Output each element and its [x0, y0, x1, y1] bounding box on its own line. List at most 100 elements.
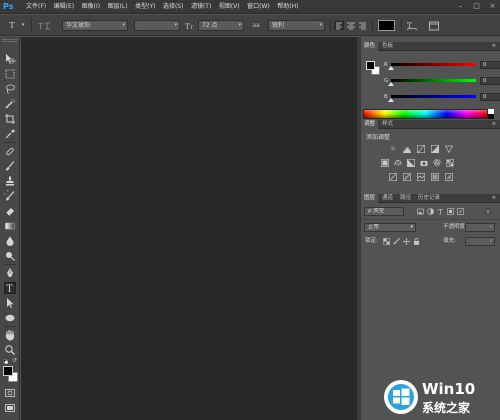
swap-colors-icon[interactable]: ↺: [12, 358, 18, 364]
filter-toggle[interactable]: [485, 208, 491, 215]
text-orientation-icon[interactable]: T: [36, 20, 52, 31]
filter-smart-object-icon[interactable]: [457, 208, 464, 215]
text-color-swatch[interactable]: [378, 20, 395, 31]
color-balance-icon[interactable]: [394, 159, 402, 167]
chevron-down-icon[interactable]: ▾: [20, 20, 26, 31]
default-colors-icon[interactable]: [3, 359, 8, 364]
channel-mixer-icon[interactable]: [433, 159, 441, 167]
move-tool-icon[interactable]: [4, 53, 16, 65]
panel-menu-icon[interactable]: ≡: [492, 195, 496, 201]
anti-alias-select[interactable]: 锐利 ▾: [268, 20, 325, 31]
font-style-select[interactable]: - ▾: [134, 20, 180, 31]
warp-text-icon[interactable]: T: [406, 20, 418, 31]
gradient-tool-icon[interactable]: [4, 220, 16, 232]
panel-menu-icon[interactable]: ≡: [492, 121, 496, 127]
blue-slider-thumb[interactable]: [388, 98, 394, 102]
type-tool-preset-icon[interactable]: T: [4, 20, 20, 31]
photo-filter-icon[interactable]: [420, 159, 428, 167]
color-lookup-icon[interactable]: [446, 159, 454, 167]
filter-pixel-icon[interactable]: [417, 208, 424, 215]
tab-channels[interactable]: 通道: [379, 194, 396, 203]
hand-tool-icon[interactable]: [4, 329, 16, 341]
lock-all-icon[interactable]: [413, 238, 420, 245]
tab-adjustments[interactable]: 调整: [361, 120, 379, 129]
tab-history[interactable]: 历史记录: [415, 194, 443, 203]
blue-value-input[interactable]: 0: [480, 93, 500, 101]
eyedropper-tool-icon[interactable]: [4, 128, 16, 140]
document-canvas-area[interactable]: [21, 37, 356, 420]
character-panel-icon[interactable]: [428, 20, 440, 31]
fill-input[interactable]: ›: [465, 237, 495, 246]
filter-adjustment-icon[interactable]: [427, 208, 434, 215]
green-slider-track[interactable]: [391, 79, 476, 82]
maximize-button[interactable]: □: [473, 2, 480, 11]
menu-edit[interactable]: 编辑(E): [54, 0, 74, 14]
align-center-icon[interactable]: [346, 20, 356, 31]
menu-select[interactable]: 选择(S): [163, 0, 184, 14]
selective-color-icon[interactable]: [445, 173, 453, 181]
foreground-color-swatch[interactable]: [366, 61, 375, 70]
hue-saturation-icon[interactable]: [381, 159, 389, 167]
minimize-button[interactable]: –: [457, 2, 464, 11]
filter-type-icon[interactable]: T: [437, 208, 444, 216]
pen-tool-icon[interactable]: [4, 267, 16, 279]
screen-mode-icon[interactable]: [4, 402, 16, 414]
filter-shape-icon[interactable]: [447, 208, 454, 215]
tab-swatches[interactable]: 色板: [379, 42, 396, 51]
opacity-input[interactable]: ›: [465, 223, 495, 232]
menu-view[interactable]: 视图(V): [219, 0, 240, 14]
font-family-select[interactable]: 华文琥珀 ▾: [62, 20, 128, 31]
foreground-color-swatch[interactable]: [3, 366, 13, 376]
gradient-map-icon[interactable]: [431, 173, 439, 181]
font-size-select[interactable]: 72 点 ▾: [198, 20, 244, 31]
blue-slider-track[interactable]: [391, 95, 476, 98]
zoom-tool-icon[interactable]: [4, 344, 16, 356]
menu-layer[interactable]: 图层(L): [108, 0, 128, 14]
menu-type[interactable]: 类型(Y): [135, 0, 155, 14]
horizontal-type-tool-icon[interactable]: T: [4, 282, 16, 294]
lasso-tool-icon[interactable]: [4, 83, 16, 95]
red-slider-thumb[interactable]: [388, 66, 394, 70]
tab-layers[interactable]: 图层: [361, 194, 379, 203]
curves-icon[interactable]: [417, 145, 425, 153]
levels-icon[interactable]: [403, 145, 411, 153]
healing-brush-tool-icon[interactable]: [4, 145, 16, 157]
align-left-icon[interactable]: [334, 20, 344, 31]
quick-mask-icon[interactable]: [4, 387, 16, 399]
eraser-tool-icon[interactable]: [4, 205, 16, 217]
menu-file[interactable]: 文件(F): [26, 0, 46, 14]
panel-menu-icon[interactable]: ≡: [492, 43, 496, 49]
black-white-icon[interactable]: [407, 159, 415, 167]
menu-window[interactable]: 窗口(W): [247, 0, 270, 14]
invert-icon[interactable]: [389, 173, 397, 181]
ellipse-tool-icon[interactable]: [4, 312, 16, 324]
menu-help[interactable]: 帮助(H): [277, 0, 298, 14]
brightness-contrast-icon[interactable]: ☼: [389, 145, 397, 153]
path-selection-tool-icon[interactable]: [4, 297, 16, 309]
exposure-icon[interactable]: [431, 145, 439, 153]
history-brush-tool-icon[interactable]: [4, 190, 16, 202]
tab-styles[interactable]: 样式: [379, 120, 396, 129]
blur-tool-icon[interactable]: [4, 235, 16, 247]
tab-color[interactable]: 颜色: [361, 42, 379, 51]
green-slider-thumb[interactable]: [388, 82, 394, 86]
color-spectrum-ramp[interactable]: [363, 109, 488, 119]
threshold-icon[interactable]: [417, 173, 425, 181]
clone-stamp-tool-icon[interactable]: [4, 175, 16, 187]
green-value-input[interactable]: 0: [480, 77, 500, 85]
brush-tool-icon[interactable]: [4, 160, 16, 172]
menu-filter[interactable]: 滤镜(T): [191, 0, 211, 14]
align-right-icon[interactable]: [358, 20, 368, 31]
lock-transparent-pixels-icon[interactable]: [383, 238, 390, 245]
tab-paths[interactable]: 路径: [397, 194, 414, 203]
lock-image-pixels-icon[interactable]: [393, 238, 400, 245]
quick-selection-tool-icon[interactable]: [4, 98, 16, 110]
layer-filter-kind-select[interactable]: ρ 类型: [364, 207, 404, 216]
crop-tool-icon[interactable]: [4, 113, 16, 125]
vibrance-icon[interactable]: [445, 145, 453, 153]
dodge-tool-icon[interactable]: [4, 250, 16, 262]
red-value-input[interactable]: 0: [480, 61, 500, 69]
marquee-tool-icon[interactable]: [4, 68, 16, 80]
close-button[interactable]: ×: [489, 2, 496, 11]
red-slider-track[interactable]: [391, 63, 476, 66]
